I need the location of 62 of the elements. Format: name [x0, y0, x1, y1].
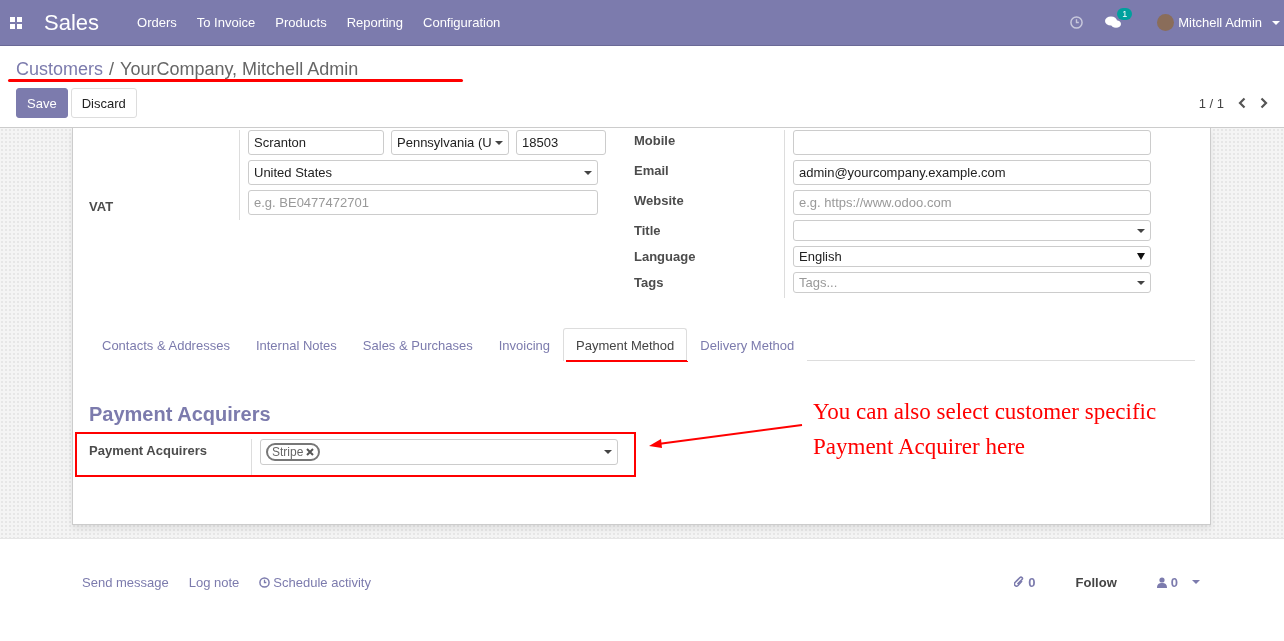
field-label: Payment Acquirers	[89, 443, 207, 458]
avatar	[1157, 14, 1175, 31]
caret-icon	[1272, 20, 1280, 25]
menu-item[interactable]: To Invoice	[196, 15, 256, 30]
field-label: Tags	[634, 275, 664, 290]
chatter-link[interactable]: Schedule activity	[259, 574, 371, 590]
chevron-left-icon[interactable]	[1238, 97, 1246, 109]
breadcrumb-separator: /	[109, 58, 115, 80]
annotation-text: You can also select customer specific Payment Acquirer here	[813, 398, 1157, 461]
caret-icon	[1137, 280, 1145, 285]
pager-counter: 1 / 1	[1198, 95, 1224, 111]
remove-icon[interactable]	[306, 448, 315, 456]
caret-icon	[604, 450, 612, 454]
menu-item[interactable]: Products	[275, 15, 327, 30]
followers-count[interactable]: 0	[1156, 574, 1178, 590]
caret-icon[interactable]	[1192, 580, 1200, 584]
person-icon	[1156, 576, 1167, 588]
apps-menu-icon[interactable]	[10, 16, 22, 29]
input-field[interactable]: e.g. BE0477472701	[248, 190, 598, 215]
save-button[interactable]: Save	[16, 88, 68, 118]
clock-icon[interactable]	[1070, 16, 1084, 29]
input-field[interactable]	[793, 130, 1151, 155]
input-field[interactable]: admin@yourcompany.example.com	[793, 160, 1151, 185]
menu-item[interactable]: Reporting	[346, 15, 403, 30]
user-menu[interactable]: Mitchell Admin	[1157, 14, 1280, 31]
chat-icon[interactable]	[1105, 16, 1122, 29]
tab[interactable]: Payment Method	[563, 328, 688, 361]
caret-icon	[584, 170, 592, 175]
menu-item[interactable]: Orders	[137, 15, 177, 30]
field-label: Title	[634, 223, 661, 238]
notification-badge: 1	[1117, 8, 1133, 20]
field-label: Mobile	[634, 133, 676, 148]
app-title[interactable]: Sales	[44, 9, 100, 36]
select-field[interactable]	[793, 220, 1151, 241]
select-field[interactable]: English	[793, 246, 1151, 267]
tags-field[interactable]: Tags...	[793, 272, 1151, 293]
caret-icon	[1137, 228, 1145, 233]
field-label: Website	[634, 193, 684, 208]
select-field[interactable]: United States	[248, 160, 598, 185]
clock-icon	[259, 576, 271, 588]
caret-icon	[1137, 253, 1145, 260]
chevron-right-icon[interactable]	[1260, 97, 1268, 109]
section-heading: Payment Acquirers	[89, 403, 271, 427]
input-field[interactable]: 18503	[516, 130, 606, 155]
menu-item[interactable]: Configuration	[423, 15, 501, 30]
breadcrumb-link[interactable]: Customers	[16, 58, 104, 80]
field-label: Language	[634, 249, 696, 264]
input-field[interactable]: Scranton	[248, 130, 384, 155]
chatter-link[interactable]: Log note	[188, 574, 240, 590]
field-label: Email	[634, 163, 669, 178]
chatter-link[interactable]: Send message	[82, 574, 169, 590]
input-field[interactable]: e.g. https://www.odoo.com	[793, 190, 1151, 215]
paperclip-icon	[1014, 576, 1025, 588]
caret-icon	[495, 140, 503, 145]
tags-field[interactable]: Stripe	[260, 439, 618, 465]
discard-button[interactable]: Discard	[70, 88, 137, 118]
attachment-count[interactable]: 0	[1014, 574, 1036, 590]
tag-chip[interactable]: Stripe	[266, 443, 321, 461]
select-field[interactable]: Pennsylvania (U	[391, 130, 509, 155]
breadcrumb-current: YourCompany, Mitchell Admin	[120, 58, 359, 80]
follow-button[interactable]: Follow	[1069, 573, 1123, 591]
field-label: VAT	[89, 199, 114, 214]
